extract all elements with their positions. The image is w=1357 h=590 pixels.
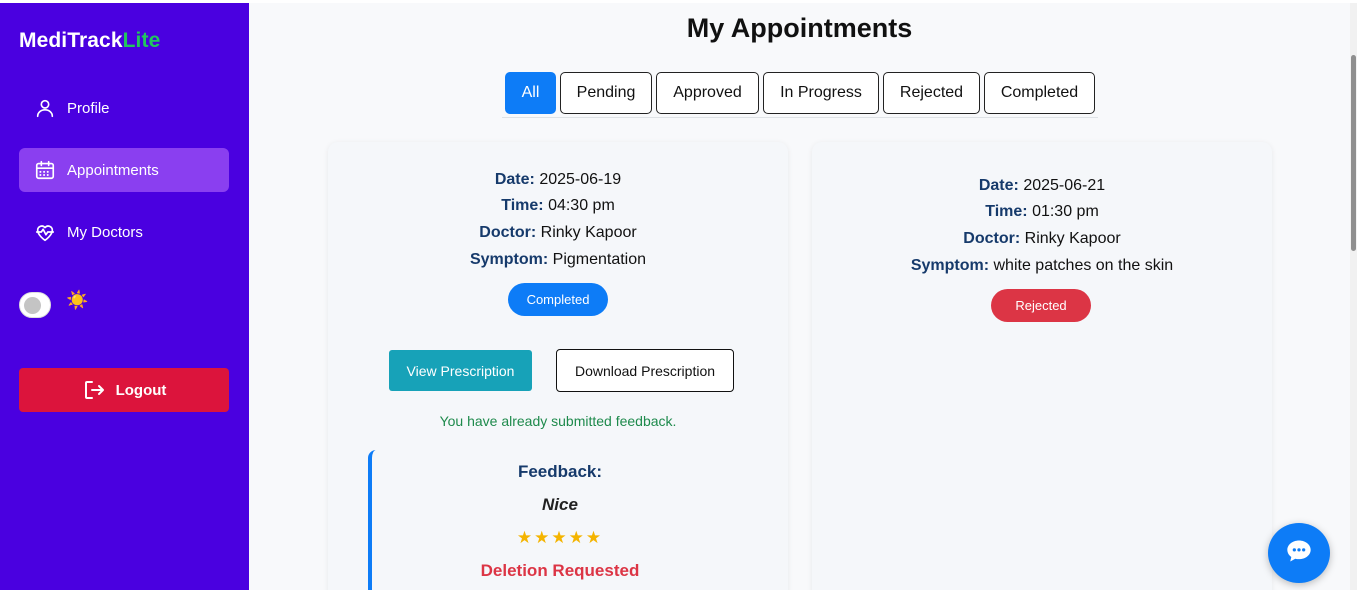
symptom-value: white patches on the skin (993, 257, 1174, 274)
appointment-date: Date: 2025-06-19 (328, 171, 788, 189)
sidebar-item-profile[interactable]: Profile (19, 86, 229, 130)
sidebar-item-my-doctors[interactable]: My Doctors (19, 210, 229, 254)
date-value: 2025-06-21 (1023, 177, 1106, 194)
time-value: 04:30 pm (548, 197, 615, 214)
date-label: Date: (978, 177, 1019, 194)
tab-approved[interactable]: Approved (656, 72, 759, 114)
appointment-card: Date: 2025-06-21 Time: 01:30 pm Doctor: … (812, 142, 1272, 590)
page-scrollbar[interactable] (1350, 3, 1357, 590)
tab-in-progress[interactable]: In Progress (763, 72, 879, 114)
time-label: Time: (501, 197, 544, 214)
scrollbar-thumb[interactable] (1351, 55, 1356, 251)
doctor-label: Doctor: (479, 224, 537, 241)
chat-button[interactable] (1268, 523, 1330, 583)
date-value: 2025-06-19 (539, 171, 622, 188)
view-prescription-button[interactable]: View Prescription (389, 350, 532, 391)
appointment-card: Date: 2025-06-19 Time: 04:30 pm Doctor: … (328, 142, 788, 590)
sun-icon: ☀️ (66, 290, 89, 310)
sidebar-item-label: Appointments (67, 161, 159, 179)
feedback-text: Nice (542, 495, 578, 514)
tab-all[interactable]: All (505, 72, 556, 114)
doctor-value: Rinky Kapoor (1024, 230, 1121, 247)
doctor-label: Doctor: (963, 230, 1021, 247)
theme-toggle[interactable] (19, 292, 51, 318)
status-badge: Completed (508, 283, 608, 316)
feedback-box: Feedback: Nice ★★★★★ Deletion Requested (368, 450, 748, 590)
star-rating: ★★★★★ (516, 528, 604, 547)
symptom-label: Symptom: (469, 251, 549, 268)
feedback-title: Feedback: (517, 462, 603, 481)
doctor-value: Rinky Kapoor (540, 224, 637, 241)
chat-bubble-icon (1284, 537, 1314, 570)
tab-rejected[interactable]: Rejected (883, 72, 980, 114)
symptom-label: Symptom: (910, 257, 990, 274)
sidebar-item-label: My Doctors (67, 223, 143, 241)
logout-button[interactable]: Logout (19, 368, 229, 412)
feedback-submitted-note: You have already submitted feedback. (439, 413, 677, 429)
appointment-time: Time: 01:30 pm (812, 203, 1272, 221)
tab-completed[interactable]: Completed (984, 72, 1095, 114)
time-value: 01:30 pm (1032, 203, 1099, 220)
symptom-value: Pigmentation (552, 251, 647, 268)
brand-logo[interactable]: MediTrackLite (19, 29, 160, 53)
user-icon (33, 96, 57, 120)
toggle-knob (24, 297, 41, 314)
time-label: Time: (985, 203, 1028, 220)
appointment-doctor: Doctor: Rinky Kapoor (812, 230, 1272, 248)
sidebar-item-label: Profile (67, 99, 110, 117)
brand-name-accent: Lite (122, 29, 161, 52)
calendar-icon (33, 158, 57, 182)
appointment-symptom: Symptom: white patches on the skin (812, 257, 1272, 275)
page-title: My Appointments (686, 13, 913, 43)
appointment-doctor: Doctor: Rinky Kapoor (328, 224, 788, 242)
deletion-status: Deletion Requested (480, 561, 640, 580)
status-badge: Rejected (991, 289, 1091, 322)
main-content: My Appointments All Pending Approved In … (249, 3, 1350, 590)
logout-label: Logout (115, 381, 167, 399)
heart-pulse-icon (33, 220, 57, 244)
sidebar: MediTrackLite Profile Appointments My Do… (0, 3, 249, 590)
logout-icon (82, 378, 106, 402)
date-label: Date: (494, 171, 535, 188)
tab-pending[interactable]: Pending (560, 72, 652, 114)
appointment-date: Date: 2025-06-21 (812, 177, 1272, 195)
sidebar-item-appointments[interactable]: Appointments (19, 148, 229, 192)
download-prescription-button[interactable]: Download Prescription (556, 349, 734, 392)
status-filter-tabs: All Pending Approved In Progress Rejecte… (502, 72, 1098, 118)
appointment-time: Time: 04:30 pm (328, 197, 788, 215)
brand-name-main: MediTrack (19, 29, 123, 52)
appointment-symptom: Symptom: Pigmentation (328, 251, 788, 269)
